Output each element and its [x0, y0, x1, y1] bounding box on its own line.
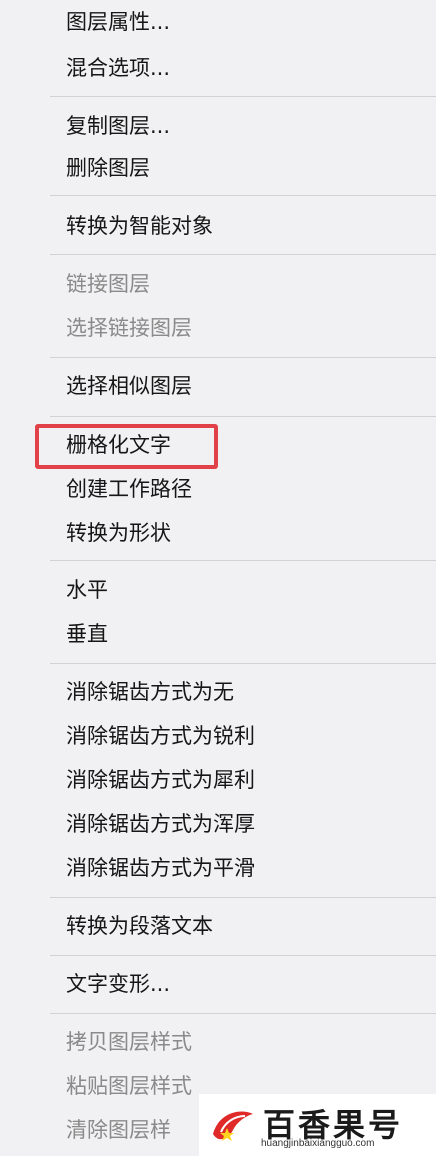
- menu-item-duplicate-layer[interactable]: 复制图层...: [66, 108, 170, 144]
- menu-separator: [50, 195, 436, 196]
- menu-item-create-work-path[interactable]: 创建工作路径: [66, 471, 192, 507]
- menu-separator: [50, 897, 436, 898]
- menu-item-link-layers: 链接图层: [66, 272, 150, 296]
- menu-separator: [50, 663, 436, 664]
- menu-item-convert-smart-object[interactable]: 转换为智能对象: [66, 208, 213, 244]
- menu-item-convert-paragraph-text[interactable]: 转换为段落文本: [66, 908, 213, 944]
- menu-separator: [50, 254, 436, 255]
- menu-item-antialias-smooth[interactable]: 消除锯齿方式为平滑: [66, 850, 255, 886]
- menu-item-antialias-sharp[interactable]: 消除锯齿方式为锐利: [66, 718, 255, 754]
- watermark-url: huangjinbaixiangguo.com: [261, 1138, 375, 1149]
- menu-item-warp-text[interactable]: 文字变形...: [66, 966, 170, 1002]
- menu-item-horizontal[interactable]: 水平: [66, 572, 108, 608]
- menu-item-layer-properties[interactable]: 图层属性...: [66, 4, 170, 40]
- menu-item-convert-to-shape[interactable]: 转换为形状: [66, 515, 171, 551]
- menu-item-antialias-strong[interactable]: 消除锯齿方式为浑厚: [66, 806, 255, 842]
- menu-item-antialias-crisp[interactable]: 消除锯齿方式为犀利: [66, 762, 255, 798]
- brand-logo-icon: [213, 1111, 253, 1141]
- menu-item-antialias-none[interactable]: 消除锯齿方式为无: [66, 674, 234, 710]
- menu-item-vertical[interactable]: 垂直: [66, 616, 108, 652]
- menu-item-select-linked-layers: 选择链接图层: [66, 316, 192, 340]
- menu-item-copy-layer-style: 拷贝图层样式: [66, 1030, 192, 1054]
- menu-separator: [50, 357, 436, 358]
- context-menu: 图层属性... 混合选项... 复制图层... 删除图层 转换为智能对象 链接图…: [0, 0, 436, 1156]
- menu-separator: [50, 1013, 436, 1014]
- menu-separator: [50, 560, 436, 561]
- menu-separator: [50, 416, 436, 417]
- menu-item-clear-layer-style: 清除图层样: [66, 1118, 171, 1142]
- menu-item-rasterize-type[interactable]: 栅格化文字: [66, 427, 171, 463]
- menu-separator: [50, 955, 436, 956]
- menu-item-blending-options[interactable]: 混合选项...: [66, 50, 170, 86]
- watermark: 百香果号 huangjinbaixiangguo.com: [199, 1094, 436, 1156]
- menu-item-paste-layer-style: 粘贴图层样式: [66, 1074, 192, 1098]
- menu-item-delete-layer[interactable]: 删除图层: [66, 150, 150, 186]
- menu-separator: [50, 96, 436, 97]
- menu-item-select-similar-layers[interactable]: 选择相似图层: [66, 368, 192, 404]
